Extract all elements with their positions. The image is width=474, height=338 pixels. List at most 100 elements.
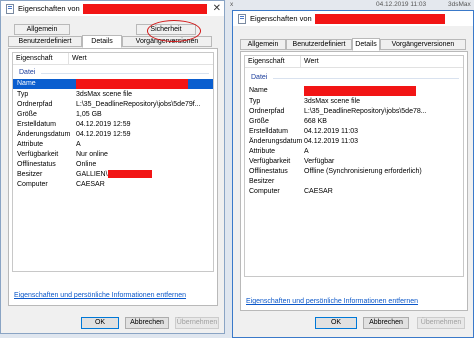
row-value: L:\35_DeadlineRepository\jobs\5de79f... [76, 101, 201, 108]
close-icon[interactable]: ✕ [213, 1, 221, 16]
table-row[interactable]: Computer CAESAR [13, 180, 213, 190]
group-divider [41, 73, 209, 74]
details-panel: Eigenschaft Wert Datei Name Typ 3dsMax s… [8, 48, 218, 306]
apply-button[interactable]: Übernehmen [175, 317, 219, 329]
row-key: Computer [17, 181, 48, 188]
table-row[interactable]: Besitzer GALLIEN\ [13, 170, 213, 180]
property-list[interactable]: Eigenschaft Wert Datei Name Typ 3dsMax s… [12, 52, 214, 272]
properties-dialog-left: Eigenschaften von ✕ Allgemein Sicherheit… [0, 0, 225, 334]
row-value: CAESAR [304, 188, 333, 195]
group-header: Datei [251, 74, 268, 81]
column-header-eigenschaft[interactable]: Eigenschaft [13, 53, 69, 65]
tab-benutzerdefiniert[interactable]: Benutzerdefiniert [8, 36, 82, 47]
row-value: L:\35_DeadlineRepository\jobs\5de78... [304, 108, 427, 115]
table-row[interactable]: Typ 3dsMax scene file [245, 97, 463, 107]
row-value: 3dsMax scene file [76, 91, 133, 98]
table-row[interactable]: Verfügbarkeit Nur online [13, 150, 213, 160]
properties-dialog-right: Eigenschaften von Allgemein Benutzerdefi… [232, 10, 474, 338]
column-header-wert[interactable]: Wert [301, 56, 463, 68]
row-value: 04.12.2019 11:03 [304, 128, 358, 135]
row-value: 04.12.2019 12:59 [76, 121, 131, 128]
row-key: Name [249, 87, 268, 94]
remove-properties-link[interactable]: Eigenschaften und persönliche Informatio… [246, 298, 418, 305]
table-row[interactable]: Größe 668 KB [245, 117, 463, 127]
row-key: Offlinestatus [17, 161, 56, 168]
property-list[interactable]: Eigenschaft Wert Datei Name Typ 3dsMax s… [244, 55, 464, 277]
table-row[interactable]: Größe 1,05 GB [13, 110, 213, 120]
cancel-button[interactable]: Abbrechen [125, 317, 169, 329]
row-value: GALLIEN\ [76, 170, 152, 180]
tab-vorgaengerversionen[interactable]: Vorgängerversionen [380, 39, 466, 50]
background-window-strip: x 04.12.2019 11:03 3dsMax [226, 0, 474, 10]
row-value: 04.12.2019 12:59 [76, 131, 131, 138]
table-row[interactable]: Name [13, 79, 213, 89]
row-value: A [76, 141, 81, 148]
row-key: Computer [249, 188, 280, 195]
table-row[interactable]: Offlinestatus Offline (Synchronisierung … [245, 167, 463, 177]
title-bar: Eigenschaften von [233, 11, 473, 26]
file-icon [238, 13, 246, 24]
row-key: Attribute [17, 141, 44, 148]
row-value: CAESAR [76, 181, 105, 188]
row-key: Verfügbarkeit [249, 158, 291, 165]
table-row[interactable]: Ordnerpfad L:\35_DeadlineRepository\jobs… [13, 100, 213, 110]
row-key: Besitzer [249, 178, 275, 185]
table-row[interactable]: Attribute A [245, 147, 463, 157]
row-key: Änderungsdatum [249, 138, 303, 145]
tab-allgemein[interactable]: Allgemein [240, 39, 286, 50]
row-key: Ordnerpfad [249, 108, 285, 115]
table-row[interactable]: Besitzer [245, 177, 463, 187]
table-row[interactable]: Änderungsdatum 04.12.2019 12:59 [13, 130, 213, 140]
details-panel: Eigenschaft Wert Datei Name Typ 3dsMax s… [240, 51, 468, 311]
table-row[interactable]: Änderungsdatum 04.12.2019 11:03 [245, 137, 463, 147]
row-value: 1,05 GB [76, 111, 102, 118]
row-value [76, 79, 188, 90]
tab-allgemein[interactable]: Allgemein [14, 24, 70, 35]
column-header-wert[interactable]: Wert [69, 53, 213, 65]
ok-button[interactable]: OK [315, 317, 357, 329]
table-row[interactable]: Typ 3dsMax scene file [13, 90, 213, 100]
tab-benutzerdefiniert[interactable]: Benutzerdefiniert [286, 39, 352, 50]
table-row[interactable]: Verfügbarkeit Verfügbar [245, 157, 463, 167]
row-key: Erstelldatum [17, 121, 56, 128]
tab-details[interactable]: Details [82, 35, 122, 48]
row-key: Name [17, 80, 36, 87]
row-value: Offline (Synchronisierung erforderlich) [304, 168, 422, 175]
column-header-eigenschaft[interactable]: Eigenschaft [245, 56, 301, 68]
row-key: Typ [17, 91, 29, 98]
cancel-button[interactable]: Abbrechen [363, 317, 409, 329]
table-row[interactable]: Computer CAESAR [245, 187, 463, 197]
tab-details[interactable]: Details [352, 38, 380, 51]
row-value: Online [76, 161, 97, 168]
redacted-name [76, 79, 188, 89]
row-key: Offlinestatus [249, 168, 288, 175]
apply-button[interactable]: Übernehmen [417, 317, 465, 329]
red-annotation-circle [147, 20, 201, 42]
redacted-name [304, 86, 416, 96]
group-divider [273, 78, 459, 79]
table-row[interactable]: Erstelldatum 04.12.2019 11:03 [245, 127, 463, 137]
window-title: Eigenschaften von [250, 14, 312, 23]
table-row[interactable]: Attribute A [13, 140, 213, 150]
row-value: A [304, 148, 309, 155]
table-row[interactable]: Name [245, 86, 463, 96]
row-key: Verfügbarkeit [17, 151, 59, 158]
table-row[interactable]: Ordnerpfad L:\35_DeadlineRepository\jobs… [245, 107, 463, 117]
row-value: Nur online [76, 151, 108, 158]
file-icon [6, 3, 14, 14]
title-bar: Eigenschaften von ✕ [1, 1, 224, 16]
table-row[interactable]: Erstelldatum 04.12.2019 12:59 [13, 120, 213, 130]
table-row[interactable]: Offlinestatus Online [13, 160, 213, 170]
window-title: Eigenschaften von [18, 4, 80, 13]
row-value: 3dsMax scene file [304, 98, 361, 105]
background-date: 04.12.2019 11:03 [376, 1, 427, 8]
background-label: 3dsMax [448, 1, 471, 8]
row-key: Typ [249, 98, 261, 105]
row-key: Besitzer [17, 171, 43, 178]
row-key: Änderungsdatum [17, 131, 71, 138]
background-marker: x [230, 1, 234, 8]
owner-domain: GALLIEN\ [76, 171, 108, 178]
row-value: Verfügbar [304, 158, 335, 165]
remove-properties-link[interactable]: Eigenschaften und persönliche Informatio… [14, 292, 186, 299]
ok-button[interactable]: OK [81, 317, 119, 329]
